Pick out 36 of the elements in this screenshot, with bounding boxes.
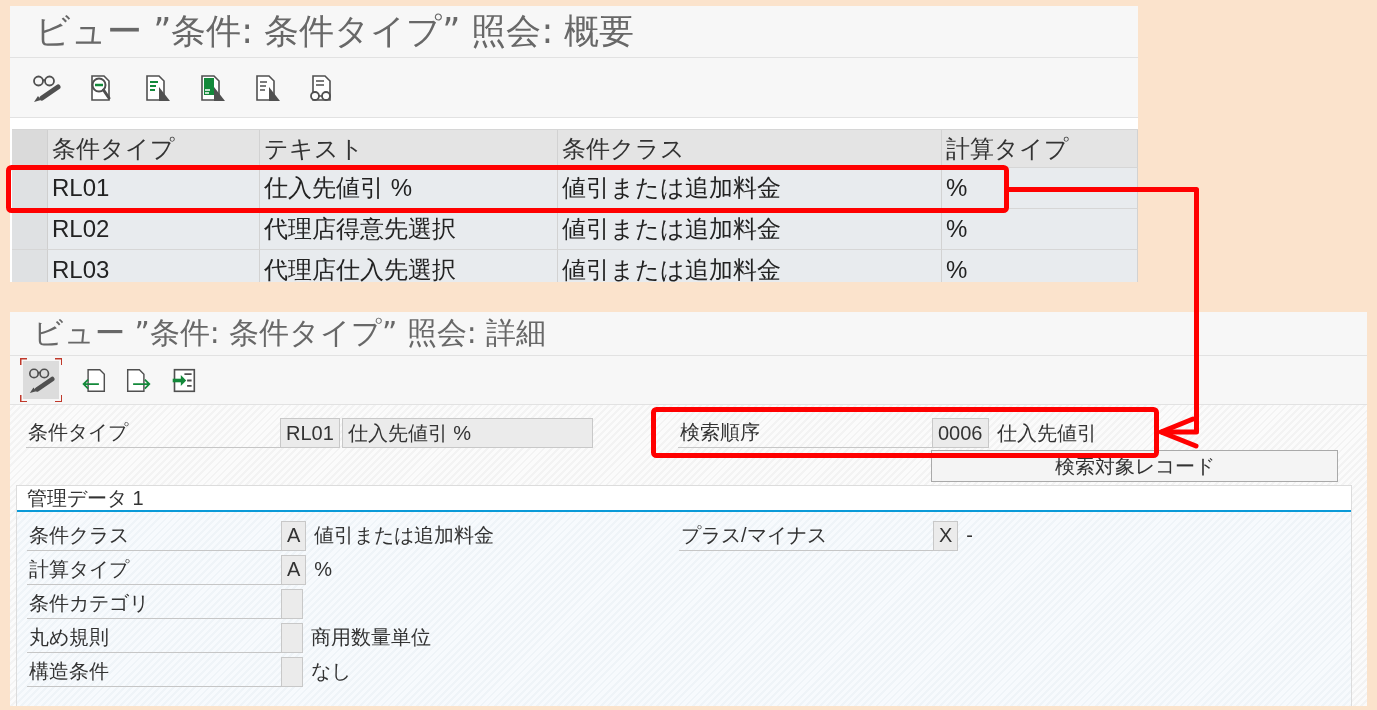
input-field[interactable]: [281, 588, 303, 619]
table-cell: RL01: [48, 168, 260, 209]
input-field[interactable]: A: [281, 520, 307, 551]
value-text: -: [966, 524, 973, 547]
column-header[interactable]: 条件タイプ: [48, 130, 260, 168]
arrow-into-list-icon[interactable]: [170, 366, 197, 394]
column-header[interactable]: 条件クラス: [558, 130, 942, 168]
table-cell: 仕入先値引 %: [260, 168, 558, 209]
table-cell: 値引または追加料金: [558, 168, 942, 209]
group-title: 管理データ 1: [27, 485, 144, 511]
window-title: ビュー ”条件: 条件タイプ” 照会: 詳細: [33, 314, 546, 352]
table-cell: RL03: [48, 250, 260, 282]
input-field[interactable]: [281, 622, 303, 653]
document-right-arrow-icon[interactable]: [125, 366, 152, 394]
table-cell: %: [942, 250, 1138, 282]
input-field[interactable]: [281, 656, 303, 687]
glasses-pencil-icon[interactable]: [27, 366, 55, 394]
input-field[interactable]: A: [281, 554, 307, 585]
records-button[interactable]: 検索対象レコード: [931, 450, 1338, 482]
table-corner[interactable]: [12, 130, 48, 168]
input-field[interactable]: 0006: [932, 418, 989, 448]
window-title: ビュー ”条件: 条件タイプ” 照会: 概要: [35, 10, 635, 53]
column-header[interactable]: テキスト: [260, 130, 558, 168]
table-cell: 代理店仕入先選択: [260, 250, 558, 282]
row-selector[interactable]: [12, 168, 48, 209]
input-field[interactable]: RL01: [280, 418, 340, 448]
input-field[interactable]: 仕入先値引 %: [341, 418, 593, 448]
value-text: 商用数量単位: [311, 625, 431, 650]
value-text: 仕入先値引: [996, 420, 1097, 446]
value-text: なし: [311, 659, 351, 684]
document-left-arrow-icon[interactable]: [80, 366, 107, 394]
table-cell: 値引または追加料金: [558, 250, 942, 282]
value-text: %: [314, 558, 333, 581]
input-field[interactable]: X: [933, 520, 959, 551]
toolbar-button[interactable]: [20, 358, 62, 402]
value-text: 値引または追加料金: [314, 523, 495, 548]
